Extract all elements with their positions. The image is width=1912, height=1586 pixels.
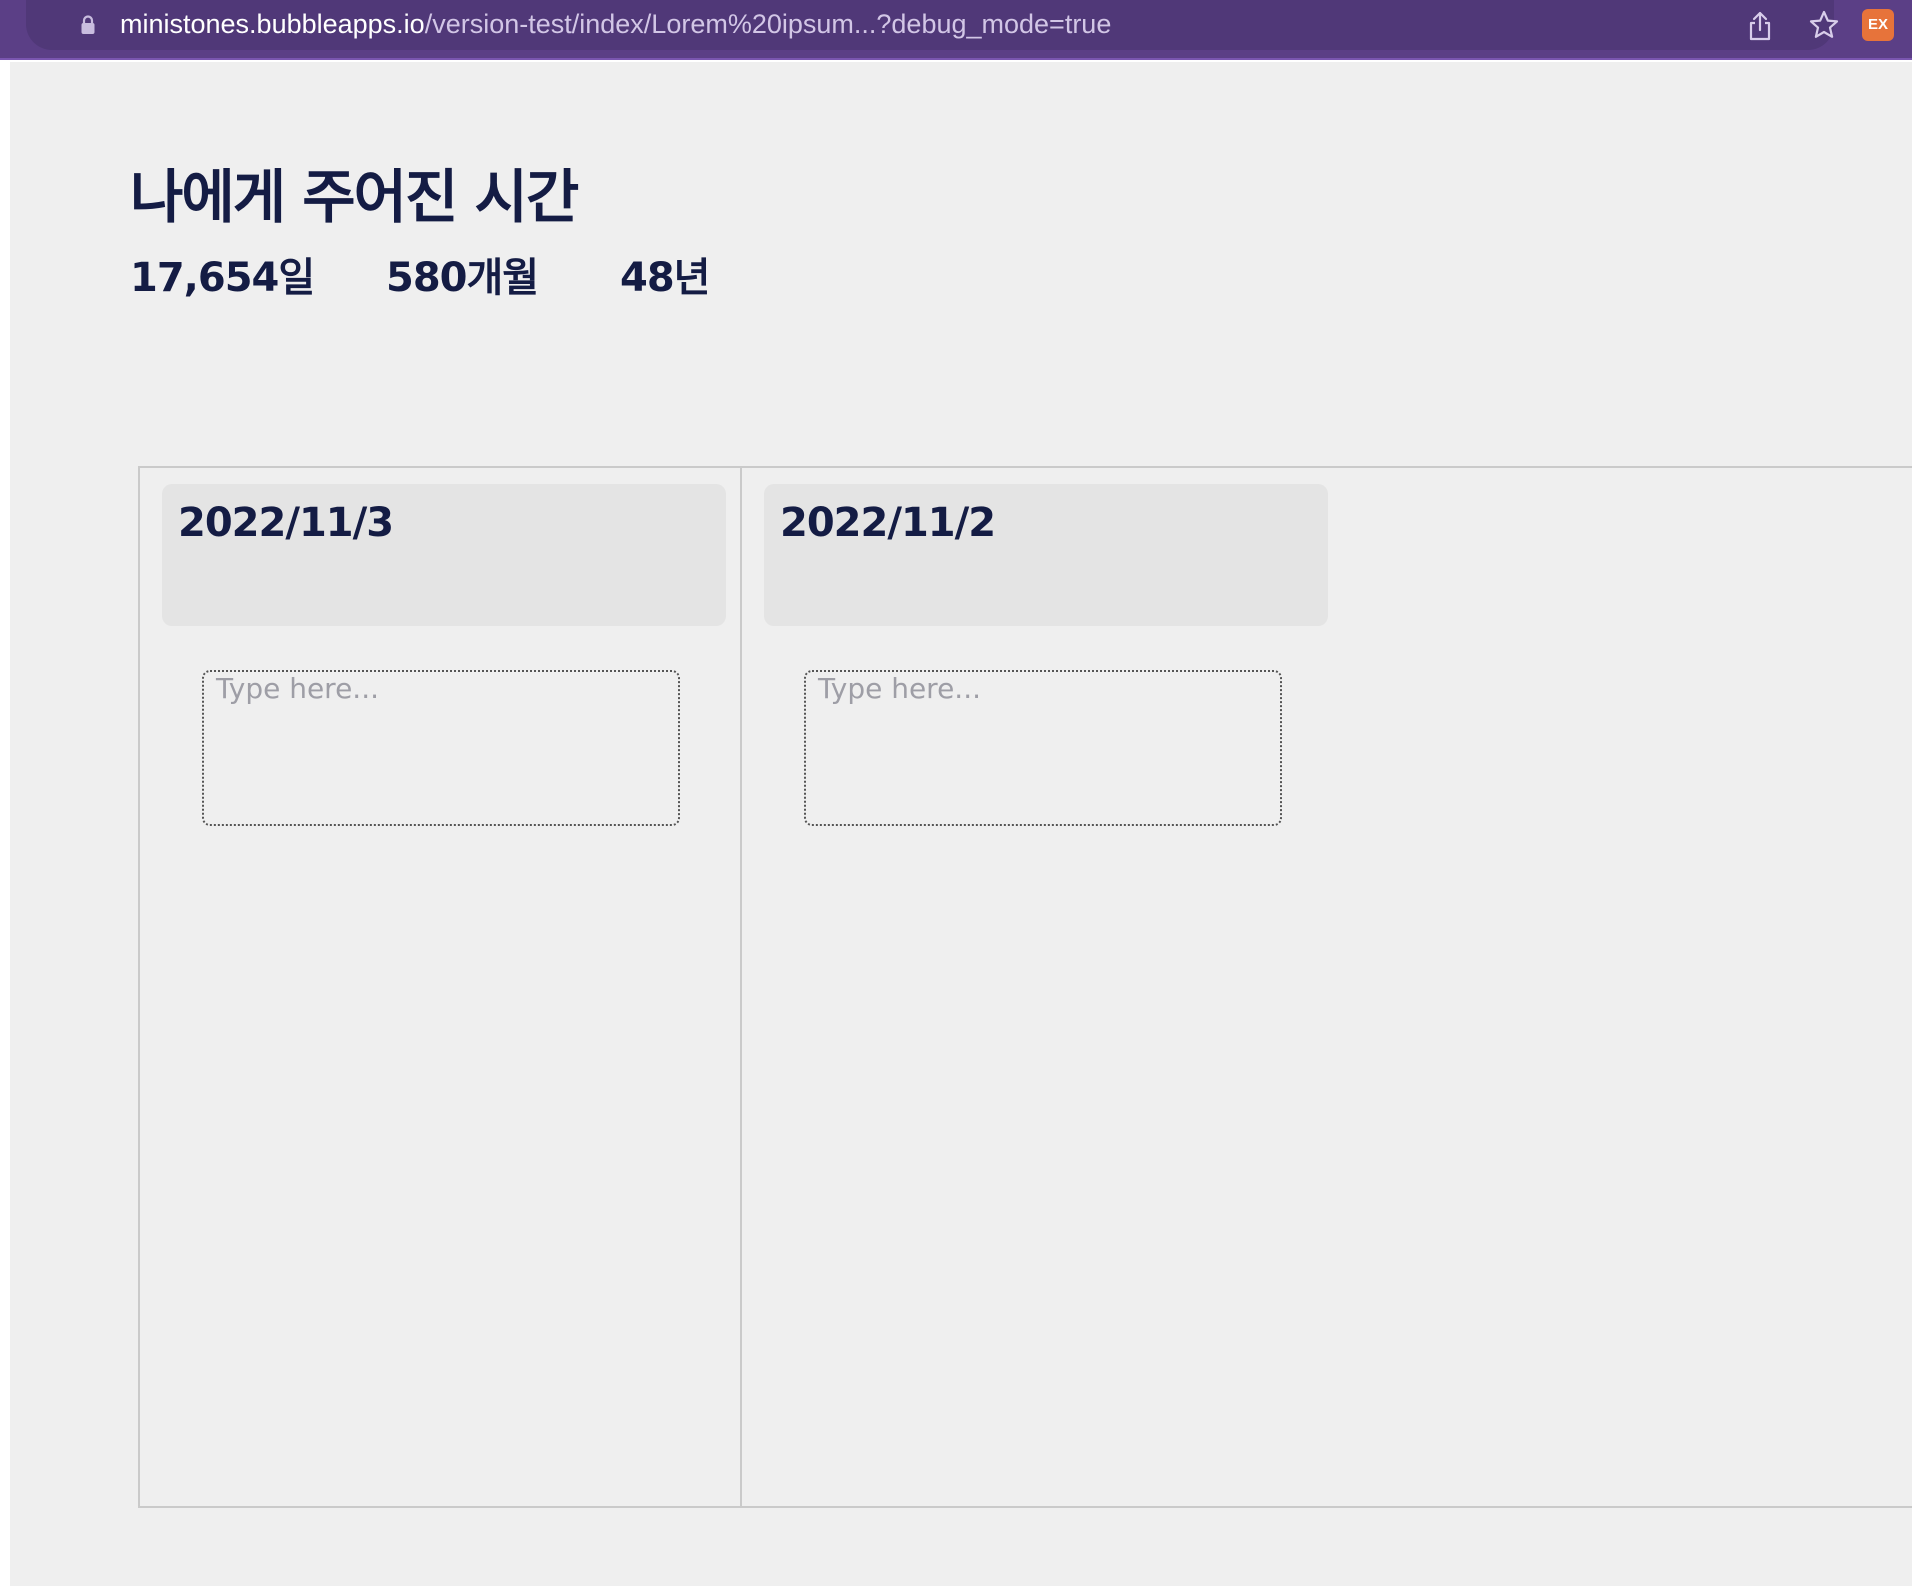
stat-months: 580개월	[386, 255, 539, 301]
url-host: ministones.bubbleapps.io	[120, 9, 425, 39]
page-title: 나에게 주어진 시간	[130, 163, 579, 231]
star-icon[interactable]	[1808, 9, 1840, 41]
date-label: 2022/11/2	[780, 500, 996, 546]
page-left-gutter	[0, 60, 10, 1586]
share-icon[interactable]	[1746, 10, 1774, 42]
address-bar[interactable]: ministones.bubbleapps.io/version-test/in…	[26, 0, 1839, 50]
stat-days: 17,654일	[130, 255, 315, 301]
date-label: 2022/11/3	[178, 500, 394, 546]
extension-icon[interactable]: EX	[1862, 9, 1894, 41]
browser-toolbar: ministones.bubbleapps.io/version-test/in…	[0, 0, 1912, 60]
date-card: 2022/11/2	[764, 484, 1328, 626]
url-path: /version-test/index/Lorem%20ipsum...?deb…	[424, 9, 1112, 39]
stat-years: 48년	[620, 255, 710, 301]
note-input[interactable]	[202, 670, 680, 826]
date-card: 2022/11/3	[162, 484, 726, 626]
column-divider	[740, 466, 742, 1508]
lock-icon	[81, 15, 95, 34]
note-input[interactable]	[804, 670, 1282, 826]
address-text[interactable]: ministones.bubbleapps.io/version-test/in…	[120, 8, 1111, 40]
